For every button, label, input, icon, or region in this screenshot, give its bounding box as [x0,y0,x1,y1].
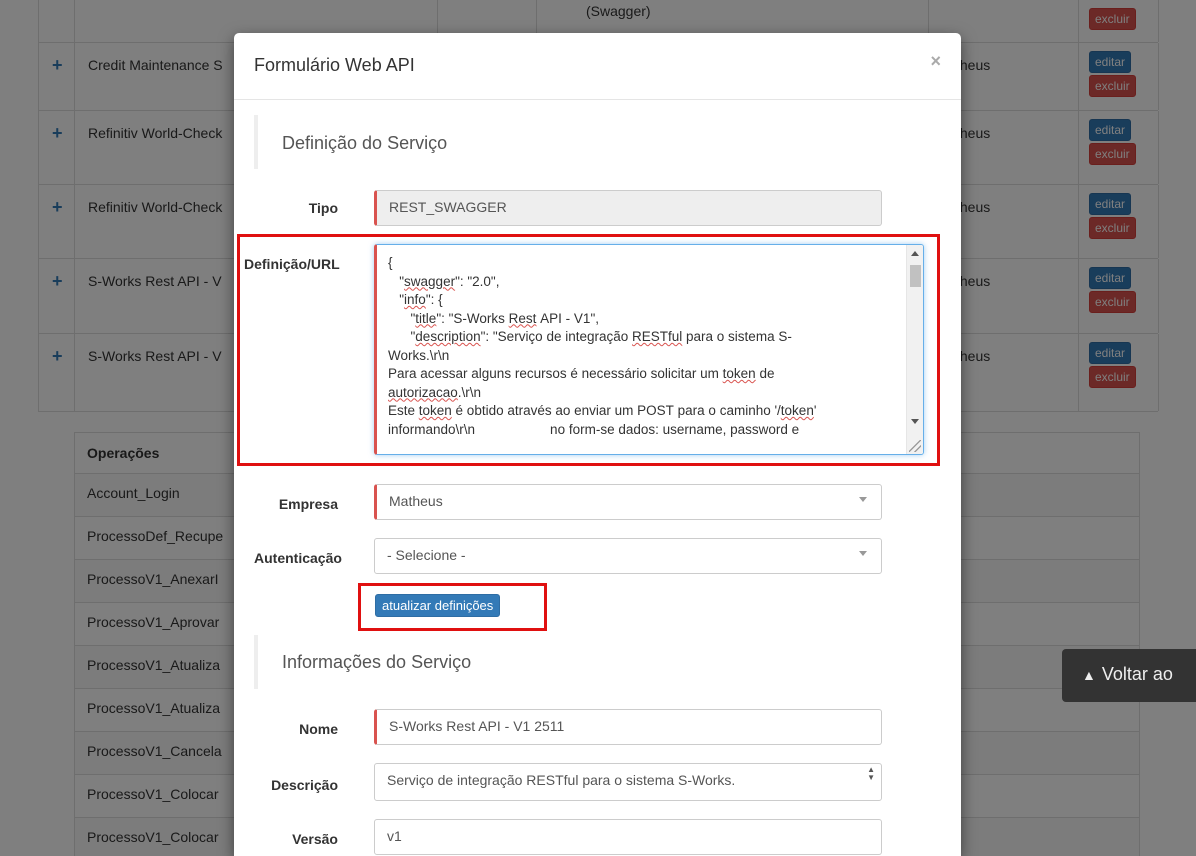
nome-label: Nome [299,721,338,737]
chevron-down-icon [859,551,867,556]
tipo-field[interactable]: REST_SWAGGER [374,190,882,226]
chevron-up-icon: ▲ [1082,667,1096,683]
chevron-down-icon [859,497,867,502]
descricao-textarea[interactable]: Serviço de integração RESTful para o sis… [374,763,882,801]
highlight-box-update [358,583,547,631]
autenticacao-label: Autenticação [254,550,342,566]
empresa-label: Empresa [278,496,338,512]
web-api-form-modal: Formulário Web API × Definição do Serviç… [234,33,961,856]
tipo-label: Tipo [308,200,338,216]
close-icon[interactable]: × [930,51,941,72]
section-divider [254,635,258,689]
versao-field[interactable]: v1 [374,819,882,855]
versao-label: Versão [292,831,338,847]
highlight-box-definition [237,234,940,466]
spinner-icon[interactable]: ▲ ▼ [867,766,875,782]
descricao-label: Descrição [271,777,338,793]
modal-title: Formulário Web API [254,55,415,75]
section-info-title: Informações do Serviço [282,652,472,672]
autenticacao-select[interactable]: - Selecione - [374,538,882,574]
section-divider [254,115,258,169]
modal-header: Formulário Web API × [234,33,961,100]
section-definition-title: Definição do Serviço [282,133,448,153]
empresa-select[interactable]: Matheus [374,484,882,520]
back-to-top-button[interactable]: ▲ Voltar ao [1062,649,1196,702]
nome-field[interactable]: S-Works Rest API - V1 2511 [374,709,882,745]
